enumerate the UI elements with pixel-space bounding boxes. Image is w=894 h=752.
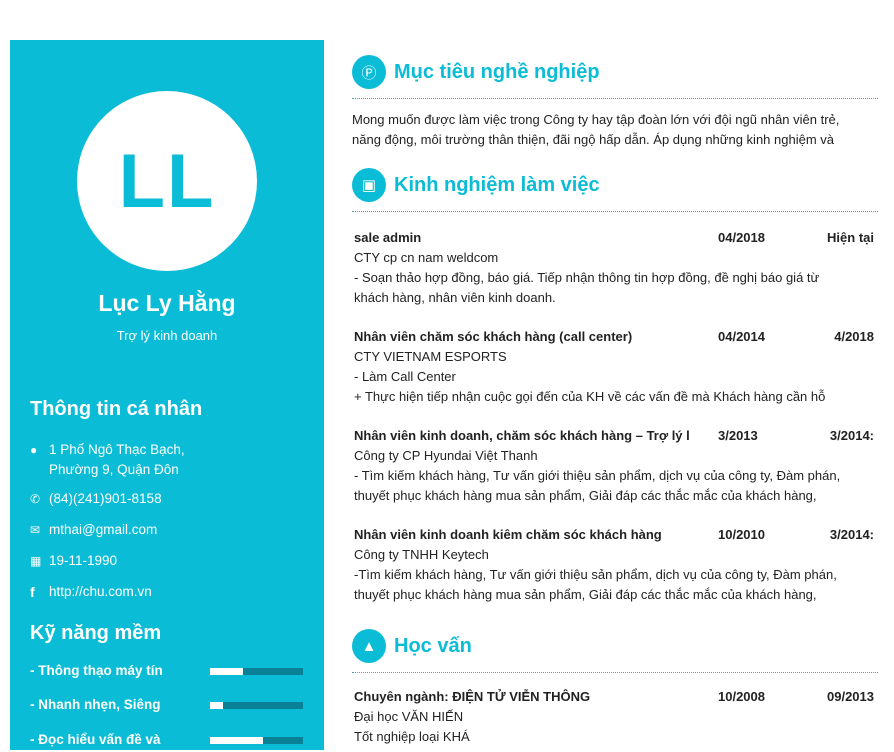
skill-bar (210, 737, 303, 744)
job-desc: thuyết phục khách hàng mua sản phẩm, Giả… (354, 488, 817, 503)
objective-section: Ⓟ Mục tiêu nghề nghiệp (352, 54, 878, 99)
envelope-icon: ✉ (30, 523, 41, 537)
skill-item: - Nhanh nhẹn, Siêng (30, 697, 305, 717)
skill-bar-fill (210, 702, 224, 709)
education-school: Đại học VĂN HIẾN (354, 709, 464, 724)
profile-name: Lục Ly Hằng (98, 290, 236, 316)
skill-item: - Đọc hiểu vấn đề và (30, 732, 305, 752)
job-start: 3/2013 (718, 426, 758, 446)
skill-bar (210, 702, 303, 709)
experience-section: ▣ Kinh nghiệm làm việc (352, 167, 878, 212)
calendar-icon: ▦ (30, 554, 42, 568)
pinterest-icon: Ⓟ (352, 55, 386, 89)
section-title: Kinh nghiệm làm việc (394, 173, 600, 196)
text-line: Mong muốn được làm việc trong Công ty ha… (352, 112, 840, 127)
birthday: ▦ 19-11-1990 (30, 551, 117, 571)
job-end: 4/2018 (834, 329, 874, 344)
job-start: 04/2018 (718, 228, 765, 248)
skill-label: - Thông thạo máy tín (30, 663, 163, 678)
job-entry: Nhân viên kinh doanh, chăm sóc khách hàn… (354, 426, 874, 506)
education-grade: Tốt nghiệp loại KHÁ (354, 729, 470, 744)
job-desc: thuyết phục khách hàng mua sản phẩm, Giả… (354, 587, 817, 602)
job-company: CTY cp cn nam weldcom (354, 250, 499, 265)
address-line: 1 Phố Ngô Thạc Bạch, (49, 442, 185, 457)
job-end: Hiện tại (827, 230, 874, 245)
job-title: Nhân viên kinh doanh kiêm chăm sóc khách… (354, 527, 662, 542)
education-entry: Chuyên ngành: ĐIỆN TỬ VIỄN THÔNG 10/2008 0… (354, 687, 874, 747)
personal-info-heading: Thông tin cá nhân (30, 398, 203, 420)
address: ● 1 Phố Ngô Thạc Bạch, Phường 9, Quận Đôn (30, 440, 185, 480)
facebook-icon: f (30, 584, 35, 600)
job-start: 10/2010 (718, 525, 765, 545)
email-text: mthai@gmail.com (49, 522, 158, 537)
job-desc: - Tìm kiếm khách hàng, Tư vấn giới thiệu… (354, 468, 841, 483)
skill-bar (210, 668, 303, 675)
skill-label: - Đọc hiểu vấn đề và (30, 732, 161, 747)
phone: ✆ (84)(241)901-8158 (30, 489, 162, 509)
job-desc: -Tìm kiếm khách hàng, Tư vấn giới thiệu … (354, 567, 837, 582)
job-title: Nhân viên chăm sóc khách hàng (call cent… (354, 329, 633, 344)
website[interactable]: f http://chu.com.vn (30, 582, 152, 602)
job-end: 3/2014: (829, 527, 874, 542)
phone-text: (84)(241)901-8158 (49, 491, 162, 506)
job-desc: + Thực hiện tiếp nhận cuộc gọi đến của K… (354, 389, 826, 404)
map-marker-icon: ● (30, 443, 38, 457)
job-company: Công ty TNHH Keytech (354, 547, 489, 562)
birthday-text: 19-11-1990 (49, 553, 118, 568)
skill-bar-fill (210, 737, 263, 744)
job-entry: Nhân viên chăm sóc khách hàng (call cent… (354, 327, 874, 407)
graduation-cap-icon: ▲ (352, 629, 386, 663)
job-start: 04/2014 (718, 327, 765, 347)
divider (352, 672, 878, 673)
skill-label: - Nhanh nhẹn, Siêng (30, 697, 161, 712)
avatar: LL (77, 91, 257, 271)
education-end: 09/2013 (827, 689, 874, 704)
phone-icon: ✆ (30, 492, 41, 506)
email[interactable]: ✉ mthai@gmail.com (30, 520, 157, 540)
section-title: Mục tiêu nghề nghiệp (394, 60, 600, 83)
divider (352, 211, 878, 212)
objective-text: Mong muốn được làm việc trong Công ty ha… (352, 110, 880, 150)
skill-bar-fill (210, 668, 243, 675)
text-line: năng động, môi trường thân thiện, đãi ng… (352, 132, 834, 147)
job-desc: - Soạn thảo hợp đồng, báo giá. Tiếp nhận… (354, 270, 820, 285)
divider (352, 98, 878, 99)
education-title: Chuyên ngành: ĐIỆN TỬ VIỄN THÔNG (354, 689, 591, 704)
education-start: 10/2008 (718, 687, 765, 707)
job-desc: khách hàng, nhân viên kinh doanh. (354, 290, 556, 305)
sidebar: LL Lục Ly Hằng Trợ lý kinh doanh Thông t… (10, 40, 324, 750)
address-line: Phường 9, Quận Đôn (49, 462, 179, 477)
job-title: Nhân viên kinh doanh, chăm sóc khách hàn… (354, 428, 690, 443)
job-end: 3/2014: (829, 428, 874, 443)
profile-role: Trợ lý kinh doanh (116, 328, 218, 343)
briefcase-icon: ▣ (352, 168, 386, 202)
job-entry: Nhân viên kinh doanh kiêm chăm sóc khách… (354, 525, 874, 605)
skill-item: - Thông thạo máy tín (30, 663, 305, 683)
section-title: Học vấn (394, 634, 472, 657)
job-company: CTY VIETNAM ESPORTS (354, 349, 507, 364)
website-text: http://chu.com.vn (49, 584, 152, 599)
education-section: ▲ Học vấn (352, 628, 878, 673)
job-company: Công ty CP Hyundai Việt Thanh (354, 448, 538, 463)
skills-heading: Kỹ năng mềm (30, 622, 162, 644)
job-entry: sale admin 04/2018 Hiện tại CTY cp cn nam … (354, 228, 874, 308)
job-title: sale admin (354, 230, 422, 245)
job-desc: - Làm Call Center (354, 369, 456, 384)
